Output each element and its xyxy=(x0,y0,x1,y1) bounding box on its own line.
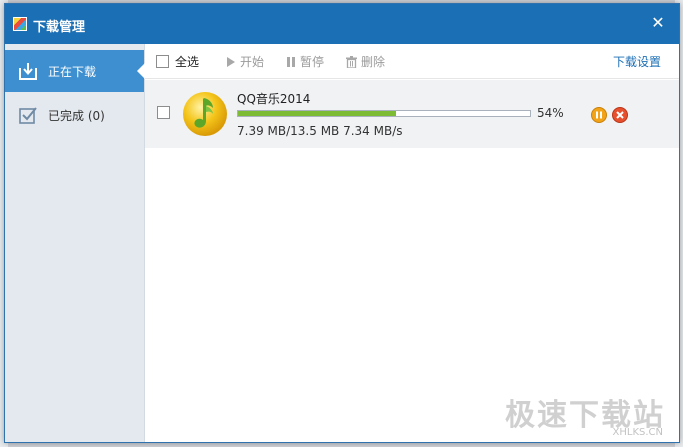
pause-icon xyxy=(287,56,295,67)
sidebar-item-label: 已完成 (0) xyxy=(48,108,105,123)
download-progress-bar xyxy=(237,110,531,117)
toolbar: 全选 开始 暂停 删除 下载设置 xyxy=(145,44,679,79)
row-pause-button[interactable] xyxy=(591,107,607,123)
play-icon xyxy=(227,56,235,67)
select-all-label: 全选 xyxy=(175,55,200,69)
download-progress-fill xyxy=(238,111,396,116)
download-manager-window: 下载管理 ✕ 正在下载 已完成 (0) 全选 开始 暂停 删除 下载设置 QQ音… xyxy=(4,3,680,443)
download-tray-icon xyxy=(19,63,37,80)
trash-icon xyxy=(346,55,357,68)
delete-button[interactable]: 删除 xyxy=(346,53,385,70)
checkbox-check-icon xyxy=(19,107,37,124)
delete-label: 删除 xyxy=(361,55,386,69)
app-logo-icon xyxy=(13,17,27,31)
download-settings-link[interactable]: 下载设置 xyxy=(613,53,661,70)
sidebar-item-label: 正在下载 xyxy=(48,64,97,79)
pause-label: 暂停 xyxy=(300,55,325,69)
row-checkbox[interactable] xyxy=(157,106,170,119)
pause-button[interactable]: 暂停 xyxy=(286,53,324,70)
select-all-checkbox[interactable]: 全选 xyxy=(156,53,199,70)
checkbox[interactable] xyxy=(156,55,169,68)
download-progress-percent: 54% xyxy=(537,106,564,120)
row-cancel-button[interactable] xyxy=(612,107,628,123)
start-label: 开始 xyxy=(240,55,265,69)
window-title: 下载管理 xyxy=(33,20,86,35)
title-bar: 下载管理 ✕ xyxy=(5,4,679,44)
download-stats: 7.39 MB/13.5 MB 7.34 MB/s xyxy=(237,124,403,138)
sidebar-item-downloading[interactable]: 正在下载 xyxy=(5,50,145,92)
download-name: QQ音乐2014 xyxy=(237,92,311,106)
close-button[interactable]: ✕ xyxy=(645,10,671,36)
qq-music-logo-icon xyxy=(183,92,227,136)
start-button[interactable]: 开始 xyxy=(226,53,264,70)
download-row[interactable]: QQ音乐2014 54% 7.39 MB/13.5 MB 7.34 MB/s xyxy=(145,80,679,148)
sidebar: 正在下载 已完成 (0) xyxy=(5,44,145,442)
sidebar-item-completed[interactable]: 已完成 (0) xyxy=(5,94,144,136)
watermark-sub: XHLKS.CN xyxy=(612,427,664,438)
